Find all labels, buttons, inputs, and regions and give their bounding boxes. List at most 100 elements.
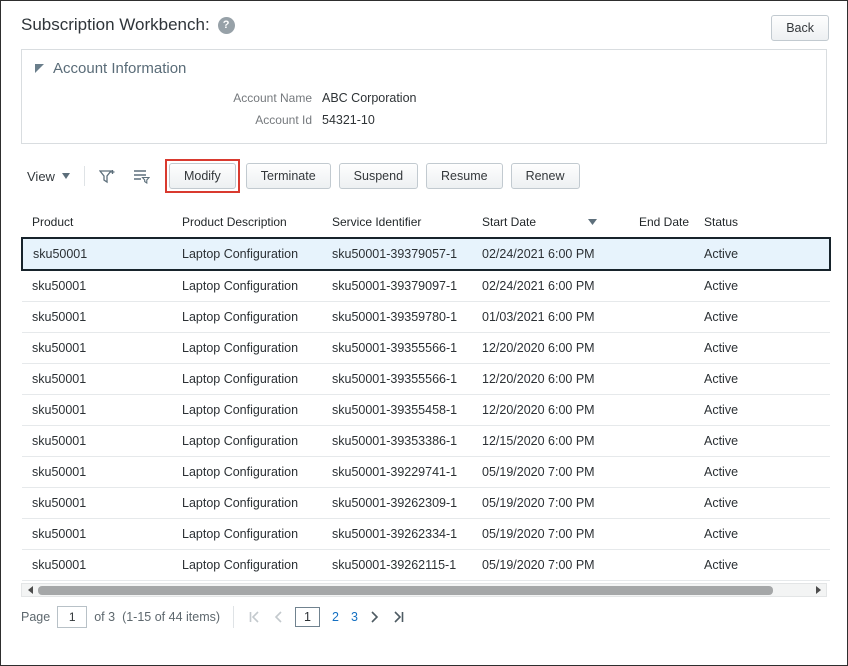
cell-end-date [629, 518, 694, 550]
cell-service-identifier: sku50001-39229741-1 [322, 456, 472, 488]
column-header-product-description[interactable]: Product Description [172, 207, 322, 239]
cell-end-date [629, 301, 694, 333]
page-link-3[interactable]: 3 [351, 610, 358, 624]
cell-product-description: Laptop Configuration [172, 332, 322, 364]
table-row[interactable]: sku50001 Laptop Configuration sku50001-3… [22, 301, 830, 333]
cell-service-identifier: sku50001-39262334-1 [322, 518, 472, 550]
table-header-row: Product Product Description Service Iden… [22, 207, 830, 239]
page-of-label: of 3 [94, 610, 116, 624]
cell-end-date [629, 549, 694, 581]
scrollbar-thumb[interactable] [38, 585, 773, 595]
scroll-left-icon[interactable] [24, 586, 36, 594]
last-page-icon[interactable] [392, 611, 406, 623]
table-row[interactable]: sku50001 Laptop Configuration sku50001-3… [22, 425, 830, 457]
query-by-example-icon[interactable] [129, 165, 155, 187]
pagination-divider [233, 606, 235, 628]
cell-product-description: Laptop Configuration [172, 456, 322, 488]
cell-start-date: 12/20/2020 6:00 PM [472, 363, 629, 395]
cell-product: sku50001 [22, 487, 172, 519]
cell-start-date: 05/19/2020 7:00 PM [472, 487, 629, 519]
cell-product-description: Laptop Configuration [172, 237, 322, 271]
cell-status: Active [694, 518, 830, 550]
cell-status: Active [694, 487, 830, 519]
cell-product-description: Laptop Configuration [172, 487, 322, 519]
cell-product: sku50001 [22, 270, 172, 302]
cell-product-description: Laptop Configuration [172, 363, 322, 395]
cell-status: Active [694, 301, 830, 333]
cell-service-identifier: sku50001-39262115-1 [322, 549, 472, 581]
cell-product: sku50001 [21, 237, 172, 271]
table-row[interactable]: sku50001 Laptop Configuration sku50001-3… [22, 363, 830, 395]
cell-product: sku50001 [22, 301, 172, 333]
table-row[interactable]: sku50001 Laptop Configuration sku50001-3… [22, 549, 830, 581]
cell-status: Active [694, 425, 830, 457]
cell-start-date: 01/03/2021 6:00 PM [472, 301, 629, 333]
cell-product: sku50001 [22, 549, 172, 581]
section-collapse-icon[interactable] [34, 63, 45, 74]
account-id-value: 54321-10 [322, 113, 375, 127]
table-row[interactable]: sku50001 Laptop Configuration sku50001-3… [22, 332, 830, 364]
table-row[interactable]: sku50001 Laptop Configuration sku50001-3… [22, 270, 830, 302]
page-link-2[interactable]: 2 [332, 610, 339, 624]
column-header-status[interactable]: Status [694, 207, 830, 239]
account-name-label: Account Name [233, 91, 312, 105]
renew-button[interactable]: Renew [510, 163, 580, 189]
cell-service-identifier: sku50001-39353386-1 [322, 425, 472, 457]
previous-page-icon[interactable] [273, 611, 283, 623]
cell-product: sku50001 [22, 394, 172, 426]
column-header-service-identifier[interactable]: Service Identifier [322, 207, 472, 239]
cell-service-identifier: sku50001-39355566-1 [322, 332, 472, 364]
cell-start-date: 05/19/2020 7:00 PM [472, 456, 629, 488]
cell-start-date: 02/24/2021 6:00 PM [472, 270, 629, 302]
cell-service-identifier: sku50001-39359780-1 [322, 301, 472, 333]
page-label: Page [21, 610, 51, 624]
cell-status: Active [694, 270, 830, 302]
cell-product-description: Laptop Configuration [172, 394, 322, 426]
cell-service-identifier: sku50001-39379057-1 [322, 237, 472, 271]
scroll-right-icon[interactable] [812, 586, 824, 594]
modify-button[interactable]: Modify [168, 163, 236, 189]
view-menu-button[interactable]: View [21, 165, 76, 188]
suspend-button[interactable]: Suspend [338, 163, 419, 189]
subscription-workbench-window: Subscription Workbench: ? Back Account I… [0, 0, 848, 666]
cell-start-date: 02/24/2021 6:00 PM [472, 237, 629, 271]
account-id-field: Account Id 54321-10 [34, 111, 814, 129]
table-row[interactable]: sku50001 Laptop Configuration sku50001-3… [22, 456, 830, 488]
first-page-icon[interactable] [247, 611, 261, 623]
next-page-icon[interactable] [370, 611, 380, 623]
cell-end-date [629, 270, 694, 302]
cell-product-description: Laptop Configuration [172, 549, 322, 581]
cell-service-identifier: sku50001-39379097-1 [322, 270, 472, 302]
column-header-start-date[interactable]: Start Date [472, 207, 629, 239]
cell-product-description: Laptop Configuration [172, 270, 322, 302]
cell-start-date: 12/20/2020 6:00 PM [472, 332, 629, 364]
column-header-product[interactable]: Product [22, 207, 172, 239]
table-row[interactable]: sku50001 Laptop Configuration sku50001-3… [21, 237, 831, 271]
pagination-bar: Page of 3 (1-15 of 44 items) 1 2 3 [21, 606, 827, 628]
help-icon[interactable]: ? [217, 16, 235, 34]
cell-status: Active [694, 363, 830, 395]
resume-button[interactable]: Resume [426, 163, 503, 189]
terminate-button[interactable]: Terminate [245, 163, 331, 189]
horizontal-scrollbar[interactable] [21, 583, 827, 597]
cell-status: Active [694, 456, 830, 488]
table-row[interactable]: sku50001 Laptop Configuration sku50001-3… [22, 487, 830, 519]
cell-product-description: Laptop Configuration [172, 301, 322, 333]
cell-product: sku50001 [22, 518, 172, 550]
cell-end-date [629, 363, 694, 395]
table-body: sku50001 Laptop Configuration sku50001-3… [21, 237, 831, 581]
cell-service-identifier: sku50001-39355566-1 [322, 363, 472, 395]
view-menu-label: View [27, 168, 55, 184]
filter-add-icon[interactable] [95, 165, 121, 187]
column-header-end-date[interactable]: End Date [629, 207, 694, 239]
table-row[interactable]: sku50001 Laptop Configuration sku50001-3… [22, 394, 830, 426]
cell-product-description: Laptop Configuration [172, 425, 322, 457]
cell-end-date [629, 394, 694, 426]
cell-product: sku50001 [22, 363, 172, 395]
table-toolbar: View Modify Terminate Suspend Resume Ren… [21, 159, 827, 193]
page-number-input[interactable] [57, 606, 88, 628]
cell-status: Active [694, 332, 830, 364]
table-row[interactable]: sku50001 Laptop Configuration sku50001-3… [22, 518, 830, 550]
page-button-1-current[interactable]: 1 [295, 607, 320, 627]
back-button[interactable]: Back [771, 15, 829, 41]
